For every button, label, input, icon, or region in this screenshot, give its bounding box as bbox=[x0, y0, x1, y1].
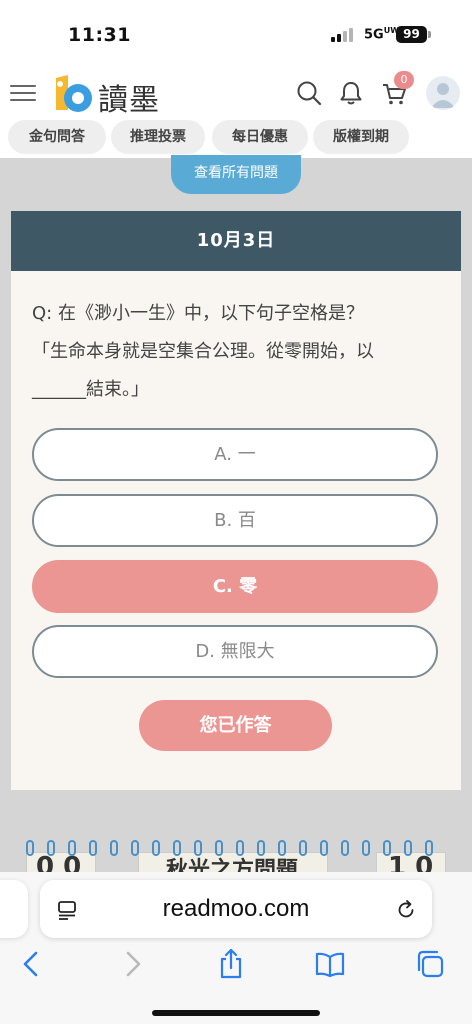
signal-icon bbox=[331, 28, 357, 42]
menu-icon[interactable] bbox=[10, 82, 36, 104]
option-a[interactable]: A. 一 bbox=[32, 428, 438, 481]
option-b[interactable]: B. 百 bbox=[32, 494, 438, 547]
calendar-ring bbox=[152, 840, 160, 856]
calendar-ring bbox=[173, 840, 181, 856]
logo-text[interactable]: 讀墨 bbox=[98, 75, 160, 119]
avatar[interactable] bbox=[426, 76, 460, 110]
cart-count-badge: 0 bbox=[394, 71, 414, 89]
calendar-ring bbox=[47, 840, 55, 856]
question-text: Q: 在《渺小一生》中，以下句子空格是？ 「生命本身就是空集合公理。從零開始，以… bbox=[32, 303, 374, 400]
calendar-ring bbox=[299, 840, 307, 856]
tab-daily-deals[interactable]: 每日優惠 bbox=[212, 120, 308, 154]
site-header: 讀墨 0 bbox=[0, 68, 472, 122]
calendar-ring bbox=[215, 840, 223, 856]
calendar-ring bbox=[404, 840, 412, 856]
bookmarks-icon[interactable] bbox=[314, 948, 346, 980]
battery-icon: 99 bbox=[396, 26, 427, 43]
share-icon[interactable] bbox=[215, 948, 247, 980]
calendar-ring bbox=[194, 840, 202, 856]
quiz-date: 10月3日 bbox=[11, 211, 461, 271]
answered-button[interactable]: 您已作答 bbox=[139, 700, 332, 751]
calendar-ring bbox=[110, 840, 118, 856]
forward-icon[interactable] bbox=[116, 948, 148, 980]
view-all-questions-button[interactable]: 查看所有問題 bbox=[171, 155, 301, 194]
status-time: 11:31 bbox=[68, 24, 131, 46]
tab-copyright-expiry[interactable]: 版權到期 bbox=[313, 120, 409, 154]
bell-icon[interactable] bbox=[337, 79, 365, 107]
quiz-card: 10月3日 Q: 在《渺小一生》中，以下句子空格是？ 「生命本身就是空集合公理。… bbox=[11, 211, 461, 790]
calendar-ring bbox=[383, 840, 391, 856]
tabs-icon[interactable] bbox=[414, 948, 446, 980]
option-c[interactable]: C. 零 bbox=[32, 560, 438, 613]
status-bar: 11:31 5GUW 99 bbox=[0, 0, 472, 68]
readmoo-logo-icon[interactable] bbox=[50, 72, 96, 116]
calendar-ring bbox=[425, 840, 433, 856]
category-tabs: 金句問答 推理投票 每日優惠 版權到期 bbox=[0, 116, 472, 158]
address-bar[interactable]: readmoo.com bbox=[40, 880, 432, 938]
calendar-ring bbox=[257, 840, 265, 856]
home-indicator bbox=[152, 1010, 320, 1016]
calendar-ring bbox=[89, 840, 97, 856]
user-icon bbox=[431, 83, 455, 108]
calendar-ring bbox=[362, 840, 370, 856]
option-d[interactable]: D. 無限大 bbox=[32, 625, 438, 678]
safari-toolbar: readmoo.com bbox=[0, 872, 472, 1024]
battery-tip bbox=[428, 31, 431, 38]
calendar-ring bbox=[131, 840, 139, 856]
calendar-ring bbox=[320, 840, 328, 856]
previous-tab-peek[interactable] bbox=[0, 880, 28, 938]
back-icon[interactable] bbox=[16, 948, 48, 980]
reload-icon[interactable] bbox=[395, 899, 417, 921]
calendar-ring bbox=[278, 840, 286, 856]
search-icon[interactable] bbox=[295, 79, 323, 107]
calendar-ring bbox=[68, 840, 76, 856]
network-label: 5GUW bbox=[364, 26, 400, 43]
calendar-ring bbox=[236, 840, 244, 856]
calendar-ring bbox=[26, 840, 34, 856]
calendar-ring bbox=[341, 840, 349, 856]
tab-mystery-vote[interactable]: 推理投票 bbox=[111, 120, 205, 154]
url-text[interactable]: readmoo.com bbox=[40, 880, 432, 938]
tab-quote-quiz[interactable]: 金句問答 bbox=[8, 120, 106, 154]
